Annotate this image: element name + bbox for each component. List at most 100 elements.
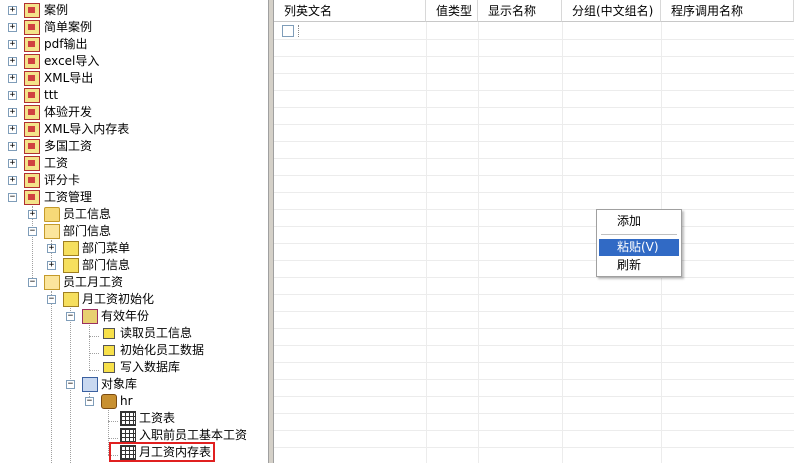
step-icon [103, 328, 115, 339]
tree-node-init-employee-data[interactable]: 初始化员工数据 [0, 342, 260, 359]
tree-node-scorecard[interactable]: + 评分卡 [0, 172, 260, 189]
column-header-group[interactable]: 分组(中文组名) [562, 0, 661, 22]
collapse-icon[interactable]: − [66, 380, 75, 389]
grid-row-line [274, 124, 794, 125]
column-header-english-name[interactable]: 列英文名 [274, 0, 426, 22]
expand-icon[interactable]: + [8, 91, 17, 100]
cell-edit-caret [298, 25, 299, 37]
expand-icon[interactable]: + [8, 6, 17, 15]
expand-icon[interactable]: + [28, 210, 37, 219]
grid-row-line [274, 175, 794, 176]
grid-row-line [274, 328, 794, 329]
grid-row-line [274, 362, 794, 363]
tree-node-label: ttt [44, 88, 59, 102]
tree-node-label: XML导出 [44, 71, 94, 85]
step-icon [103, 345, 115, 356]
expand-icon[interactable]: + [47, 261, 56, 270]
column-grid[interactable]: 列英文名 值类型 显示名称 分组(中文组名) 程序调用名称 [274, 0, 794, 463]
tree-node-label: 对象库 [101, 377, 138, 391]
collapse-icon[interactable]: − [28, 278, 37, 287]
tree-node-label: 月工资初始化 [82, 292, 155, 306]
expand-icon[interactable]: + [8, 176, 17, 185]
menu-item-add[interactable]: 添加 [599, 213, 679, 230]
grid-row-line [274, 379, 794, 380]
tree-node-label: 评分卡 [44, 173, 81, 187]
column-header-value-type[interactable]: 值类型 [426, 0, 478, 22]
tree-node-write-database[interactable]: 写入数据库 [0, 359, 260, 376]
collapse-icon[interactable]: − [28, 227, 37, 236]
tree-node-salary-table[interactable]: 工资表 [0, 410, 260, 427]
tree-node-employee-monthly-salary[interactable]: − 员工月工资 [0, 274, 260, 291]
project-tree[interactable]: + 案例 + 简单案例 + pdf输出 + excel导入 + XML导出 + … [0, 0, 268, 463]
tree-node-label: pdf输出 [44, 37, 88, 51]
tree-node-monthly-salary-init[interactable]: − 月工资初始化 [0, 291, 260, 308]
tree-node-ttt[interactable]: + ttt [0, 87, 260, 104]
collapse-icon[interactable]: − [47, 295, 56, 304]
grid-row-line [274, 141, 794, 142]
object-library-icon [82, 377, 98, 392]
tree-node-label: 部门信息 [63, 224, 112, 238]
tree-node-hr[interactable]: − hr [0, 393, 260, 410]
tree-node-simple-case[interactable]: + 简单案例 [0, 19, 260, 36]
collapse-icon[interactable]: − [66, 312, 75, 321]
expand-icon[interactable]: + [8, 108, 17, 117]
expand-icon[interactable]: + [8, 23, 17, 32]
row-checkbox[interactable] [282, 25, 294, 37]
tree-node-department-info[interactable]: − 部门信息 [0, 223, 260, 240]
menu-item-paste[interactable]: 粘贴(V) [599, 239, 679, 256]
grid-row-line [274, 158, 794, 159]
tree-node-salary-management[interactable]: − 工资管理 [0, 189, 260, 206]
tree-node-employee-info[interactable]: + 员工信息 [0, 206, 260, 223]
tree-node-anli[interactable]: + 案例 [0, 2, 260, 19]
tree-node-multi-country-salary[interactable]: + 多国工资 [0, 138, 260, 155]
grid-row-line [274, 447, 794, 448]
tree-node-xml-export[interactable]: + XML导出 [0, 70, 260, 87]
expand-icon[interactable]: + [8, 57, 17, 66]
expand-icon[interactable]: + [47, 244, 56, 253]
grid-row-line [274, 107, 794, 108]
expand-icon[interactable]: + [8, 74, 17, 83]
folder-open-icon [44, 275, 60, 290]
tree-node-label: 有效年份 [101, 309, 150, 323]
selection-highlight [109, 442, 215, 462]
flow-icon [82, 309, 98, 324]
grid-row-line [274, 39, 794, 40]
collapse-icon[interactable]: − [85, 397, 94, 406]
tree-node-excel-import[interactable]: + excel导入 [0, 53, 260, 70]
tree-node-object-library[interactable]: − 对象库 [0, 376, 260, 393]
tree-node-read-employee-info[interactable]: 读取员工信息 [0, 325, 260, 342]
tree-node-department-info-sub[interactable]: + 部门信息 [0, 257, 260, 274]
case-icon [24, 54, 40, 69]
collapse-icon[interactable]: − [8, 193, 17, 202]
tree-node-pdf-output[interactable]: + pdf输出 [0, 36, 260, 53]
tree-node-label: 部门菜单 [82, 241, 131, 255]
column-header-program-name[interactable]: 程序调用名称 [661, 0, 794, 22]
grid-row-line [274, 192, 794, 193]
tree-node-label: 员工月工资 [63, 275, 124, 289]
menu-item-refresh[interactable]: 刷新 [599, 257, 679, 274]
grid-row-line [274, 226, 794, 227]
case-icon [24, 71, 40, 86]
column-header-display-name[interactable]: 显示名称 [478, 0, 562, 22]
tree-node-experience-dev[interactable]: + 体验开发 [0, 104, 260, 121]
case-icon [24, 173, 40, 188]
case-icon [24, 190, 40, 205]
menu-icon [63, 292, 79, 307]
context-menu[interactable]: 添加 粘贴(V) 刷新 [596, 209, 682, 277]
tree-node-label: excel导入 [44, 54, 100, 68]
tree-node-xml-import-memtable[interactable]: + XML导入内存表 [0, 121, 260, 138]
expand-icon[interactable]: + [8, 125, 17, 134]
table-icon [120, 411, 136, 426]
expand-icon[interactable]: + [8, 40, 17, 49]
expand-icon[interactable]: + [8, 142, 17, 151]
tree-node-department-menu[interactable]: + 部门菜单 [0, 240, 260, 257]
tree-node-label: 员工信息 [63, 207, 112, 221]
menu-icon [63, 241, 79, 256]
case-icon [24, 3, 40, 18]
grid-row-line [274, 311, 794, 312]
folder-open-icon [44, 224, 60, 239]
tree-node-salary[interactable]: + 工资 [0, 155, 260, 172]
case-icon [24, 139, 40, 154]
tree-node-valid-year[interactable]: − 有效年份 [0, 308, 260, 325]
expand-icon[interactable]: + [8, 159, 17, 168]
